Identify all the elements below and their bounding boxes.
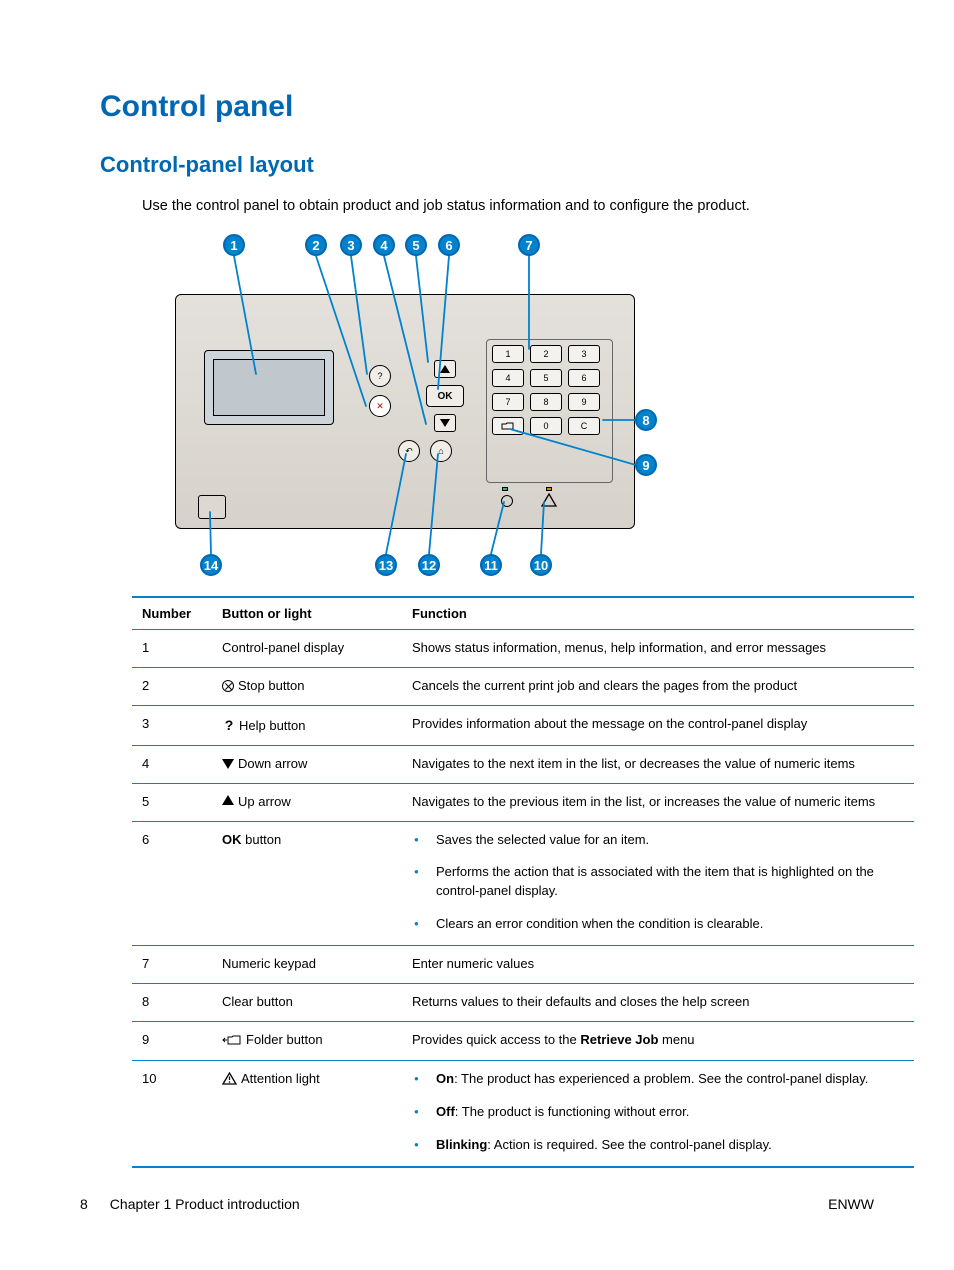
help-icon: ? (222, 715, 236, 735)
attention-icon (222, 1072, 237, 1091)
control-panel-diagram: 1 2 3 4 5 6 7 8 9 14 13 12 11 10 (160, 234, 660, 584)
page-footer: 8 Chapter 1 Product introduction ENWW (80, 1196, 874, 1212)
lang-code: ENWW (828, 1196, 874, 1212)
col-number: Number (132, 597, 212, 630)
table-row: 2Stop buttonCancels the current print jo… (132, 668, 914, 706)
up-arrow-icon (222, 795, 234, 805)
col-button: Button or light (212, 597, 402, 630)
chapter-label: Chapter 1 Product introduction (110, 1196, 300, 1212)
table-row: 7Numeric keypadEnter numeric values (132, 945, 914, 983)
table-row: 10Attention lightOn: The product has exp… (132, 1061, 914, 1167)
section-heading: Control-panel layout (100, 152, 874, 178)
page-heading: Control panel (100, 90, 874, 124)
table-row: 6OK buttonSaves the selected value for a… (132, 821, 914, 945)
table-row: 3?Help buttonProvides information about … (132, 705, 914, 745)
down-arrow-icon (222, 759, 234, 769)
folder-icon (222, 1033, 242, 1052)
table-row: 5Up arrowNavigates to the previous item … (132, 783, 914, 821)
intro-text: Use the control panel to obtain product … (142, 196, 874, 216)
stop-icon (222, 680, 234, 692)
col-function: Function (402, 597, 914, 630)
table-row: 9Folder buttonProvides quick access to t… (132, 1021, 914, 1061)
page-number: 8 (80, 1196, 88, 1212)
table-row: 4Down arrowNavigates to the next item in… (132, 745, 914, 783)
control-panel-table: Number Button or light Function 1Control… (132, 596, 914, 1168)
table-row: 8Clear buttonReturns values to their def… (132, 983, 914, 1021)
table-row: 1Control-panel displayShows status infor… (132, 630, 914, 668)
